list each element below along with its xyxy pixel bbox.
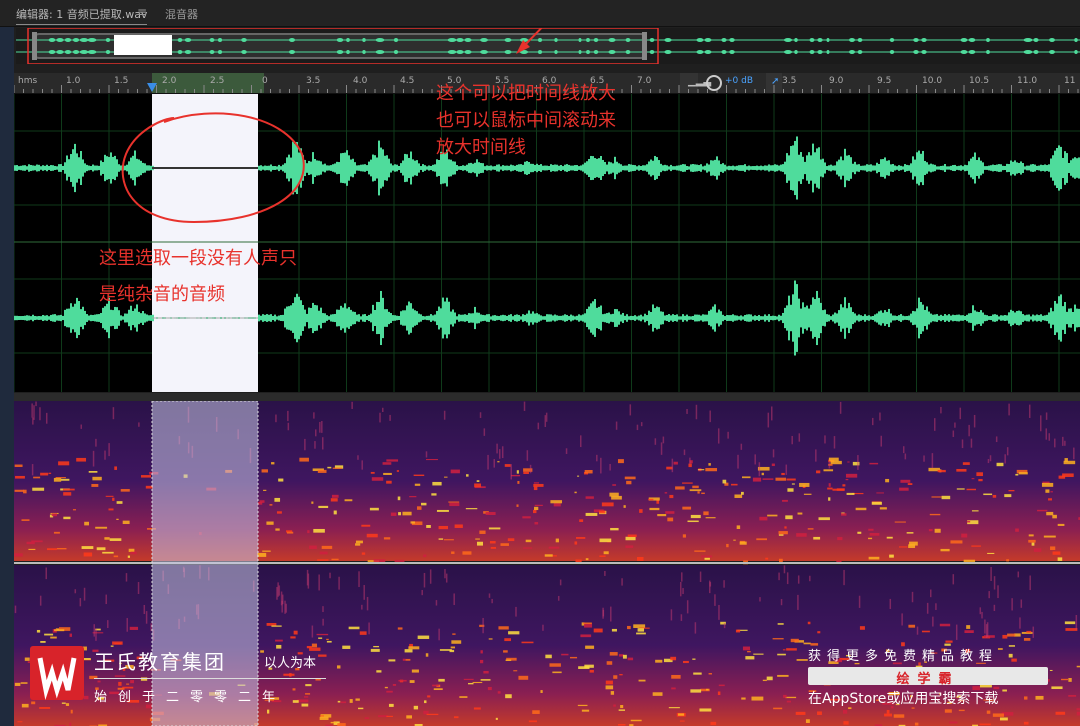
annotation-select-line1: 这里选取一段没有人声只	[99, 248, 297, 269]
store-text: 在AppStore或应用宝搜索下载	[808, 691, 999, 707]
overview-navigator[interactable]	[16, 15, 1080, 65]
waveform-display[interactable]	[14, 94, 1080, 392]
tick-label: 4.5	[400, 76, 415, 86]
annotation-zoom-line1: 这个可以把时间线放大	[436, 83, 616, 104]
tab-mixer[interactable]: 混音器	[165, 6, 198, 22]
tick-label: 10.5	[969, 76, 990, 86]
tick-label: 1.0	[66, 76, 81, 86]
annotation-zoom-line3: 放大时间线	[436, 137, 526, 158]
annotation-select-line2: 是纯杂音的音频	[99, 284, 225, 305]
promo-badge: 绘学霸	[808, 667, 1048, 687]
time-selection[interactable]	[152, 94, 258, 392]
tick-label: 4.0	[353, 76, 368, 86]
overview-right-handle[interactable]	[642, 32, 647, 60]
waveform-svg	[14, 94, 1080, 392]
tick-label: 3.5	[306, 76, 321, 86]
volume-knob-icon[interactable]	[706, 75, 722, 91]
tick-label: 7.0	[637, 76, 652, 86]
org-motto: 以人为本	[264, 656, 317, 671]
tick-label: 9.0	[829, 76, 844, 86]
tick-label: 3.5	[782, 76, 797, 86]
volume-readout[interactable]: +0 dB	[725, 76, 753, 86]
tick-label: 2.0	[162, 76, 177, 86]
watermark-divider	[94, 678, 326, 679]
annotation-zoom-line2: 也可以鼠标中间滚动来	[436, 110, 616, 131]
tick-label: 9.5	[877, 76, 892, 86]
tick-label: 11	[1064, 76, 1076, 86]
promo-text: 获得更多免费精品教程	[808, 649, 999, 664]
tab-menu-icon[interactable]: ≡	[137, 5, 147, 19]
tick-label: 0	[262, 76, 268, 86]
tick-label: 11.0	[1017, 76, 1038, 86]
left-panel-edge	[0, 26, 14, 726]
overview-left-handle[interactable]	[32, 32, 37, 60]
promo-badge-label: 绘学霸	[896, 672, 960, 687]
ruler-unit: hms	[18, 76, 38, 86]
tick-label: 10.0	[922, 76, 943, 86]
panel-splitter[interactable]	[14, 393, 1080, 401]
pin-icon[interactable]: ➚	[771, 76, 779, 87]
tab-editor[interactable]: 编辑器: 1 音频已提取.wav	[16, 6, 148, 25]
overview-waveform	[16, 15, 1080, 65]
overview-selection[interactable]	[114, 35, 172, 55]
tick-label: 1.5	[114, 76, 129, 86]
brand-logo-icon	[30, 646, 84, 700]
tick-label: 2.5	[210, 76, 225, 86]
org-name: 王氏教育集团	[94, 650, 226, 674]
tab-bar: 编辑器: 1 音频已提取.wav ≡ 混音器	[0, 0, 1080, 27]
org-founded: 始创于二零零二年	[94, 690, 287, 705]
